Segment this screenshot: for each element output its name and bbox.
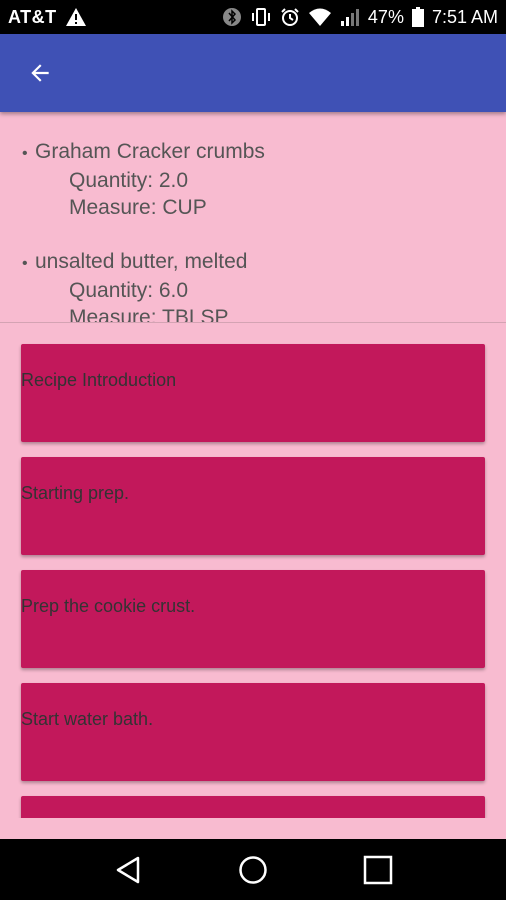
vibrate-icon [250, 7, 272, 27]
ingredient-name: unsalted butter, melted [35, 250, 248, 273]
step-card-starting-prep[interactable]: Starting prep. [21, 457, 485, 555]
signal-icon [340, 7, 360, 27]
clock: 7:51 AM [431, 6, 498, 27]
home-circle-icon [238, 855, 268, 885]
battery-icon [411, 7, 424, 27]
ingredient-measure: Measure: TBLSP [69, 306, 229, 322]
recents-square-icon [363, 855, 393, 885]
ingredient-quantity: Quantity: 2.0 [69, 169, 189, 192]
ingredient-quantity: Quantity: 6.0 [69, 279, 189, 302]
wifi-icon [308, 7, 332, 27]
step-card-start-water-bath[interactable]: Start water bath. [21, 683, 485, 781]
bullet: • [22, 145, 28, 162]
back-button[interactable] [24, 57, 56, 89]
alarm-icon [280, 7, 300, 27]
system-nav-bar [0, 839, 506, 900]
ingredient-item: • unsalted butter, melted Quantity: 6.0 … [22, 248, 506, 322]
status-bar: AT&T 47% 7:51 AM [0, 0, 506, 34]
ingredient-measure: Measure: CUP [69, 196, 207, 219]
app-bar [0, 34, 506, 112]
nav-back-button[interactable] [104, 846, 152, 894]
nav-recents-button[interactable] [354, 846, 402, 894]
ingredient-item: • Graham Cracker crumbs Quantity: 2.0 Me… [22, 138, 506, 221]
step-list[interactable]: Recipe Introduction Starting prep. Prep … [0, 323, 506, 818]
bullet: • [22, 255, 28, 272]
warning-icon [65, 7, 87, 27]
battery-percent: 47% [367, 6, 404, 27]
step-card-partial[interactable] [21, 796, 485, 818]
nav-home-button[interactable] [229, 846, 277, 894]
step-card-prep-cookie-crust[interactable]: Prep the cookie crust. [21, 570, 485, 668]
carrier-label: AT&T [8, 6, 57, 27]
back-triangle-icon [113, 855, 143, 885]
bluetooth-icon [222, 7, 242, 27]
ingredient-list: • Graham Cracker crumbs Quantity: 2.0 Me… [0, 112, 506, 322]
arrow-back-icon [27, 60, 53, 86]
step-card-recipe-introduction[interactable]: Recipe Introduction [21, 344, 485, 442]
ingredient-name: Graham Cracker crumbs [35, 140, 265, 163]
